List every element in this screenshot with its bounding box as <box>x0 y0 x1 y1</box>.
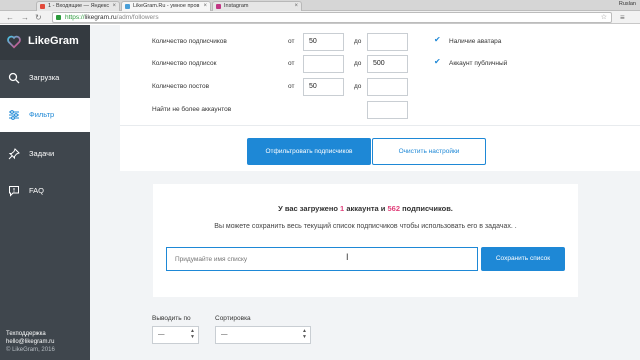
chevron-updown-icon: ▲ ▼ <box>302 328 307 340</box>
filter-actions: Отфильтровать подписчиков Очистить настр… <box>120 125 640 171</box>
sidebar: LikeGram Загрузка Фильтр Задачи FAQ Техп… <box>0 25 90 360</box>
browser-tab-yandex[interactable]: 1 - Входящие — Яндекс × <box>36 1 120 11</box>
sort-label: Сортировка <box>215 315 251 322</box>
address-bar[interactable]: https://likegram.ru/adm/followers ☆ <box>52 12 612 23</box>
sidebar-item-faq[interactable]: FAQ <box>0 174 90 208</box>
close-icon[interactable]: × <box>203 2 207 11</box>
save-list-panel: У вас загружено 1 аккаунта и 562 подписч… <box>153 184 578 297</box>
to-label: до <box>354 60 362 67</box>
sidebar-item-label: Фильтр <box>29 110 55 119</box>
following-from-input[interactable] <box>303 55 344 73</box>
to-label: до <box>354 83 362 90</box>
followers-to-input[interactable] <box>367 33 408 51</box>
browser-tab-likegram[interactable]: LikeGram.Ru - умное пров × <box>121 1 211 11</box>
sidebar-item-label: Задачи <box>29 149 55 158</box>
filter-followers-button[interactable]: Отфильтровать подписчиков <box>247 138 371 165</box>
accounts-count: 1 <box>340 204 345 213</box>
show-per-select[interactable]: — ▲ ▼ <box>152 326 199 344</box>
filter-label: Количество подписок <box>152 60 217 67</box>
sidebar-item-label: FAQ <box>29 186 45 195</box>
accounts-word: аккаунта и <box>346 204 386 213</box>
public-checkbox-label: Аккаунт публичный <box>449 60 508 67</box>
browser-tab-bar: 1 - Входящие — Яндекс × LikeGram.Ru - ум… <box>0 0 640 11</box>
sliders-icon <box>9 110 19 120</box>
reset-settings-button[interactable]: Очистить настройки <box>372 138 486 165</box>
check-icon[interactable]: ✔ <box>434 35 441 44</box>
support-title: Техподдержка <box>6 331 46 337</box>
to-label: до <box>354 38 362 45</box>
sidebar-item-upload[interactable]: Загрузка <box>0 61 90 95</box>
posts-to-input[interactable] <box>367 78 408 96</box>
from-label: от <box>288 60 295 67</box>
from-label: от <box>288 83 295 90</box>
from-label: от <box>288 38 295 45</box>
list-name-input[interactable] <box>166 247 478 271</box>
sort-value: — <box>221 331 228 338</box>
comment-icon <box>9 186 19 197</box>
reload-icon[interactable]: ↻ <box>35 13 42 22</box>
check-icon[interactable]: ✔ <box>434 57 441 66</box>
sort-select[interactable]: — ▲ ▼ <box>215 326 311 344</box>
url-host: likegram.ru <box>84 14 117 21</box>
app-name: LikeGram <box>28 35 79 47</box>
back-icon[interactable]: ← <box>6 13 14 22</box>
sidebar-item-tasks[interactable]: Задачи <box>0 137 90 171</box>
url-path: /adm/followers <box>116 14 159 21</box>
support-email[interactable]: hello@likegram.ru <box>6 338 55 346</box>
menu-icon[interactable]: ≡ <box>620 13 625 22</box>
followers-word: подписчиков. <box>402 204 453 213</box>
likegram-favicon-icon <box>125 4 130 9</box>
followers-from-input[interactable]: 50 <box>303 33 344 51</box>
show-per-label: Выводить по <box>152 315 191 322</box>
close-icon[interactable]: × <box>112 2 116 11</box>
avatar-checkbox-label: Наличие аватара <box>449 38 502 45</box>
logo[interactable]: LikeGram <box>0 25 90 60</box>
browser-toolbar: ← → ↻ https://likegram.ru/adm/followers … <box>0 11 640 24</box>
forward-icon[interactable]: → <box>21 13 29 22</box>
close-icon[interactable]: × <box>294 2 298 11</box>
save-list-button[interactable]: Сохранить список <box>481 247 565 271</box>
star-icon[interactable]: ☆ <box>601 13 607 23</box>
filter-panel: Количество подписчиков от 50 до ✔ Наличи… <box>120 25 640 125</box>
max-accounts-input[interactable] <box>367 101 408 119</box>
heart-logo-icon <box>7 35 21 49</box>
tab-title: LikeGram.Ru - умное пров <box>133 3 200 9</box>
sidebar-item-label: Загрузка <box>29 73 60 82</box>
copyright: © LikeGram, 2016 <box>6 347 55 353</box>
mail-favicon-icon <box>40 4 45 9</box>
filter-label: Количество постов <box>152 83 210 90</box>
loaded-summary: У вас загружено 1 аккаунта и 562 подписч… <box>153 204 578 213</box>
save-hint: Вы можете сохранить весь текущий список … <box>214 223 517 230</box>
sidebar-item-filter[interactable]: Фильтр <box>0 98 90 132</box>
instagram-favicon-icon <box>216 4 221 9</box>
main-content: Количество подписчиков от 50 до ✔ Наличи… <box>90 25 640 360</box>
search-icon <box>8 72 20 84</box>
browser-tab-instagram[interactable]: Instagram × <box>212 1 302 11</box>
lock-icon <box>56 15 61 20</box>
url-scheme: https:// <box>65 14 85 21</box>
loaded-prefix: У вас загружено <box>278 204 338 213</box>
followers-count: 562 <box>387 204 401 213</box>
support-block: Техподдержка hello@likegram.ru © LikeGra… <box>6 330 55 354</box>
profile-name[interactable]: Ruslan <box>619 1 636 7</box>
following-to-input[interactable]: 500 <box>367 55 408 73</box>
filter-label: Найти не более аккаунтов <box>152 106 232 113</box>
pin-icon <box>8 148 20 160</box>
chevron-updown-icon: ▲ ▼ <box>190 328 195 340</box>
text-cursor-icon: I <box>346 252 349 262</box>
show-per-value: — <box>158 331 165 338</box>
posts-from-input[interactable]: 50 <box>303 78 344 96</box>
tab-title: Instagram <box>224 3 249 9</box>
tab-title: 1 - Входящие — Яндекс <box>48 3 110 9</box>
filter-label: Количество подписчиков <box>152 38 227 45</box>
